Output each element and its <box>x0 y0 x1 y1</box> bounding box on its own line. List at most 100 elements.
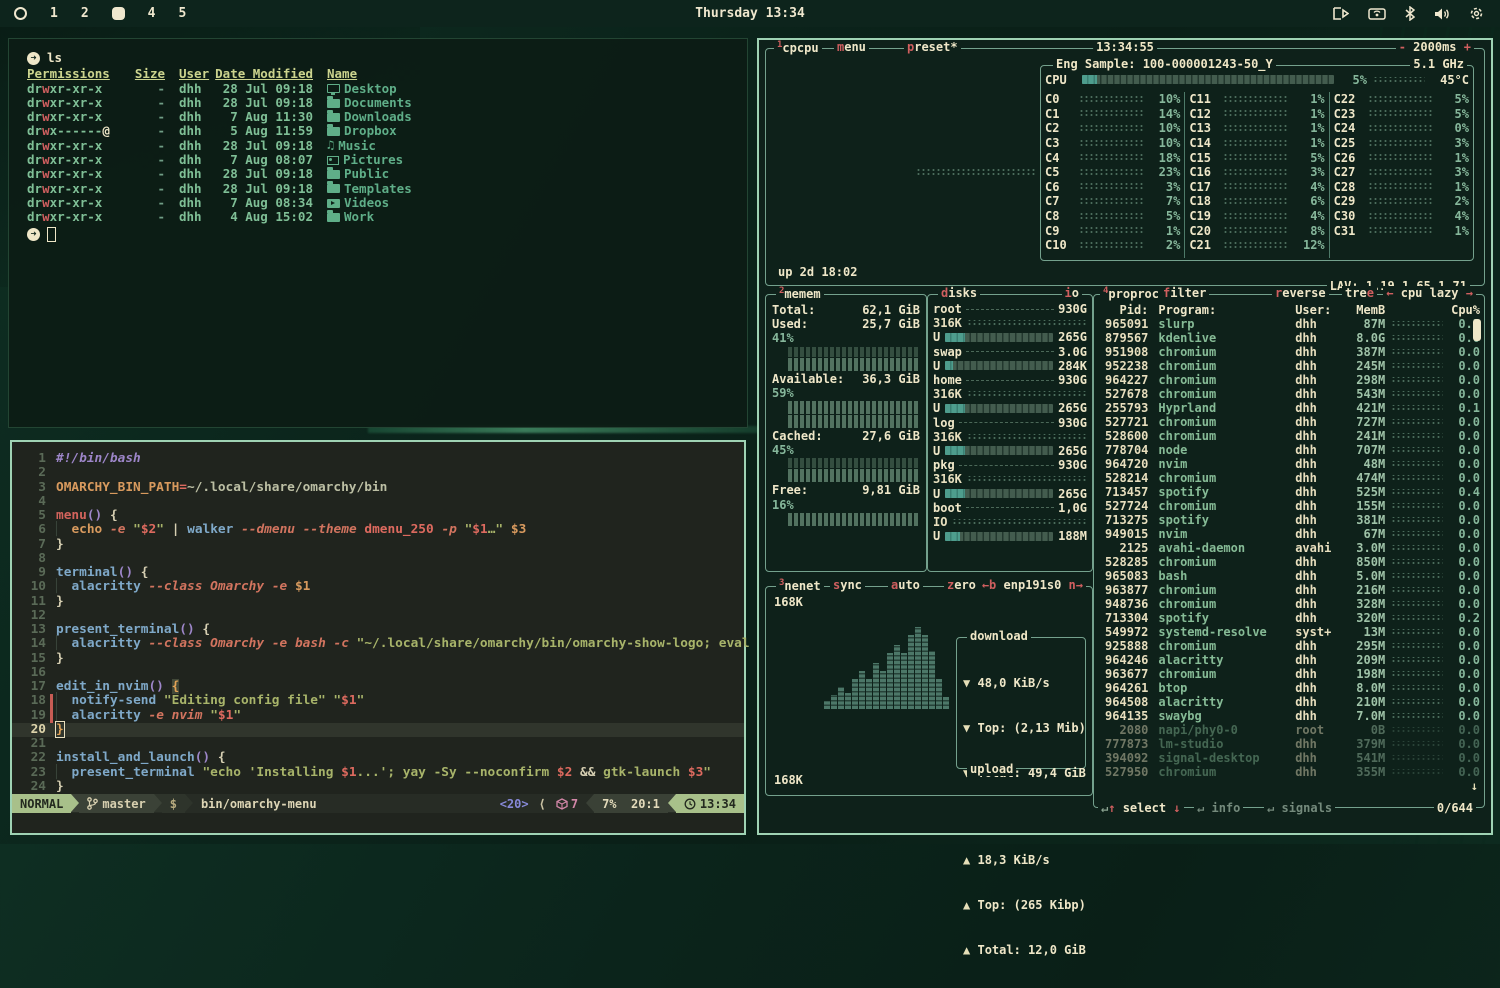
code-line-15[interactable]: 15} <box>12 652 744 666</box>
core-row-C12: C121% <box>1185 107 1328 122</box>
process-row[interactable]: 879567kdenlivedhh8.0G0.0 <box>1094 331 1484 345</box>
process-row[interactable]: 528285chromiumdhh850M0.0 <box>1094 555 1484 569</box>
perm-char: w <box>42 181 50 196</box>
interval-increase[interactable]: + <box>1464 40 1471 54</box>
memory-panel-title: 2memem <box>776 286 824 301</box>
code-line-12[interactable]: 12 <box>12 609 744 623</box>
process-row[interactable]: 949015nvimdhh67M0.0 <box>1094 527 1484 541</box>
code-line-10[interactable]: 10▏ alacritty --class Omarchy -e $1 <box>12 580 744 594</box>
reverse-button[interactable]: reverse <box>1272 286 1329 300</box>
interface-selector[interactable]: ←b enp191s0 n→ <box>979 578 1086 592</box>
code-line-8[interactable]: 8 <box>12 552 744 566</box>
code-line-22[interactable]: 22install_and_launch() { <box>12 751 744 765</box>
process-row[interactable]: 394092signal-desktopdhh541M0.0 <box>1094 751 1484 765</box>
process-row[interactable]: 965091slurpdhh87M0.3 <box>1094 317 1484 331</box>
perm-char: - <box>87 95 95 110</box>
process-row[interactable]: 527678chromiumdhh543M0.0 <box>1094 387 1484 401</box>
process-row[interactable]: 527950chromiumdhh355M0.0 <box>1094 765 1484 779</box>
code-line-14[interactable]: 14▏ alacritty --class Omarchy -e bash -c… <box>12 637 744 651</box>
process-row[interactable]: 713457spotifydhh525M0.4 <box>1094 485 1484 499</box>
process-cpu-graph <box>1391 727 1443 733</box>
process-row[interactable]: 527721chromiumdhh727M0.0 <box>1094 415 1484 429</box>
io-toggle[interactable]: io <box>1062 286 1082 300</box>
menu-button[interactable]: menu <box>834 40 869 54</box>
code-line-20[interactable]: 20} <box>12 723 744 737</box>
select-up-key[interactable]: ↑ <box>1108 801 1115 815</box>
code-line-16[interactable]: 16 <box>12 666 744 680</box>
process-row[interactable]: 255793Hyprlanddhh421M0.1 <box>1094 401 1484 415</box>
code-line-23[interactable]: 23▏ present_terminal "echo 'Installing $… <box>12 766 744 780</box>
process-row[interactable]: 965083bashdhh5.0M0.0 <box>1094 569 1484 583</box>
proc-header-memb[interactable]: MemB <box>1346 303 1386 317</box>
token <box>264 636 272 651</box>
code-line-11[interactable]: 11} <box>12 595 744 609</box>
zero-button[interactable]: zero <box>944 578 979 592</box>
process-row[interactable]: 952238chromiumdhh245M0.0 <box>1094 359 1484 373</box>
line-number: 4 <box>12 495 46 509</box>
process-row[interactable]: 963677chromiumdhh198M0.0 <box>1094 667 1484 681</box>
process-user: dhh <box>1295 709 1345 723</box>
iface-prev[interactable]: ←b <box>982 578 996 592</box>
sort-left-arrow[interactable]: ← <box>1386 286 1393 300</box>
process-row[interactable]: 964508alacrittydhh210M0.0 <box>1094 695 1484 709</box>
btop-window[interactable]: 1cpcpu menu preset* 13:34:55 - 2000ms + … <box>757 38 1493 835</box>
neovim-window[interactable]: 1#!/bin/bash23OMARCHY_BIN_PATH=~/.local/… <box>10 440 746 835</box>
code-line-2[interactable]: 2 <box>12 466 744 480</box>
process-row[interactable]: 778704nodedhh707M0.0 <box>1094 443 1484 457</box>
process-row[interactable]: 948736chromiumdhh328M0.0 <box>1094 597 1484 611</box>
signals-button[interactable]: ↵ signals <box>1264 801 1335 815</box>
process-row[interactable]: 528600chromiumdhh241M0.0 <box>1094 429 1484 443</box>
proc-header-user[interactable]: User: <box>1295 303 1345 317</box>
core-row-C23: C235% <box>1330 107 1473 122</box>
proc-header-program[interactable]: Program: <box>1148 303 1295 317</box>
process-row[interactable]: 951908chromiumdhh387M0.0 <box>1094 345 1484 359</box>
iface-next[interactable]: n→ <box>1069 578 1083 592</box>
process-row[interactable]: 528214chromiumdhh474M0.0 <box>1094 471 1484 485</box>
code-line-6[interactable]: 6▏ echo -e "$2" | walker --dmenu --theme… <box>12 523 744 537</box>
code-line-4[interactable]: 4 <box>12 495 744 509</box>
terminal-window-ls[interactable]: ➜ ls Permissions Size User Date Modified… <box>8 38 748 428</box>
process-row[interactable]: 963877chromiumdhh216M0.0 <box>1094 583 1484 597</box>
select-button[interactable]: select <box>1123 801 1166 815</box>
scroll-down-indicator[interactable]: ↓ <box>1471 779 1478 793</box>
proc-scrollbar-thumb[interactable] <box>1473 319 1481 341</box>
proc-header-pid[interactable]: Pid: <box>1098 303 1148 317</box>
sync-button[interactable]: sync <box>830 578 865 592</box>
core-name: C9 <box>1045 224 1075 238</box>
process-row[interactable]: 964246alacrittydhh209M0.0 <box>1094 653 1484 667</box>
process-row[interactable]: 964261btopdhh8.0M0.0 <box>1094 681 1484 695</box>
code-line-18[interactable]: 18▏ notify-send "Editing config file" "$… <box>12 694 744 708</box>
preset-button[interactable]: preset* <box>904 40 961 54</box>
process-row[interactable]: 713275spotifydhh381M0.0 <box>1094 513 1484 527</box>
sort-right-arrow[interactable]: → <box>1466 286 1473 300</box>
file-permissions: drwx------@ <box>27 124 131 138</box>
proc-header-cpu[interactable]: Cpu% <box>1449 303 1480 317</box>
process-row[interactable]: 527724chromiumdhh155M0.0 <box>1094 499 1484 513</box>
process-row[interactable]: 964135swaybgdhh7.0M0.0 <box>1094 709 1484 723</box>
code-line-21[interactable]: 21 <box>12 737 744 751</box>
token <box>141 579 149 594</box>
process-row[interactable]: 964227chromiumdhh298M0.0 <box>1094 373 1484 387</box>
process-row[interactable]: 2080napi/phy0-0root0B0.0 <box>1094 723 1484 737</box>
auto-button[interactable]: auto <box>888 578 923 592</box>
process-row[interactable]: 964720nvimdhh48M0.0 <box>1094 457 1484 471</box>
sort-selector[interactable]: ← cpu lazy → <box>1383 286 1476 300</box>
filter-button[interactable]: filter <box>1160 286 1209 300</box>
code-line-3[interactable]: 3OMARCHY_BIN_PATH=~/.local/share/omarchy… <box>12 481 744 495</box>
select-down-key[interactable]: ↓ <box>1173 801 1180 815</box>
process-row[interactable]: 777873lm-studiodhh379M0.0 <box>1094 737 1484 751</box>
code-line-19[interactable]: 19▏ alacritty -e nvim "$1" <box>12 709 744 723</box>
token <box>125 522 133 537</box>
tree-button[interactable]: tree <box>1342 286 1377 300</box>
interval-decrease[interactable]: - <box>1399 40 1406 54</box>
code-line-7[interactable]: 7} <box>12 538 744 552</box>
info-button[interactable]: ↵ info <box>1194 801 1243 815</box>
code-line-1[interactable]: 1#!/bin/bash <box>12 452 744 466</box>
process-row[interactable]: 549972systemd-resolvesyst+13M0.0 <box>1094 625 1484 639</box>
process-row[interactable]: 2125avahi-daemonavahi3.0M0.0 <box>1094 541 1484 555</box>
process-row[interactable]: 713304spotifydhh320M0.2 <box>1094 611 1484 625</box>
process-row[interactable]: 925888chromiumdhh295M0.0 <box>1094 639 1484 653</box>
core-row-C28: C281% <box>1330 180 1473 195</box>
core-row-C15: C155% <box>1185 150 1328 165</box>
code-line-24[interactable]: 24} <box>12 780 744 794</box>
